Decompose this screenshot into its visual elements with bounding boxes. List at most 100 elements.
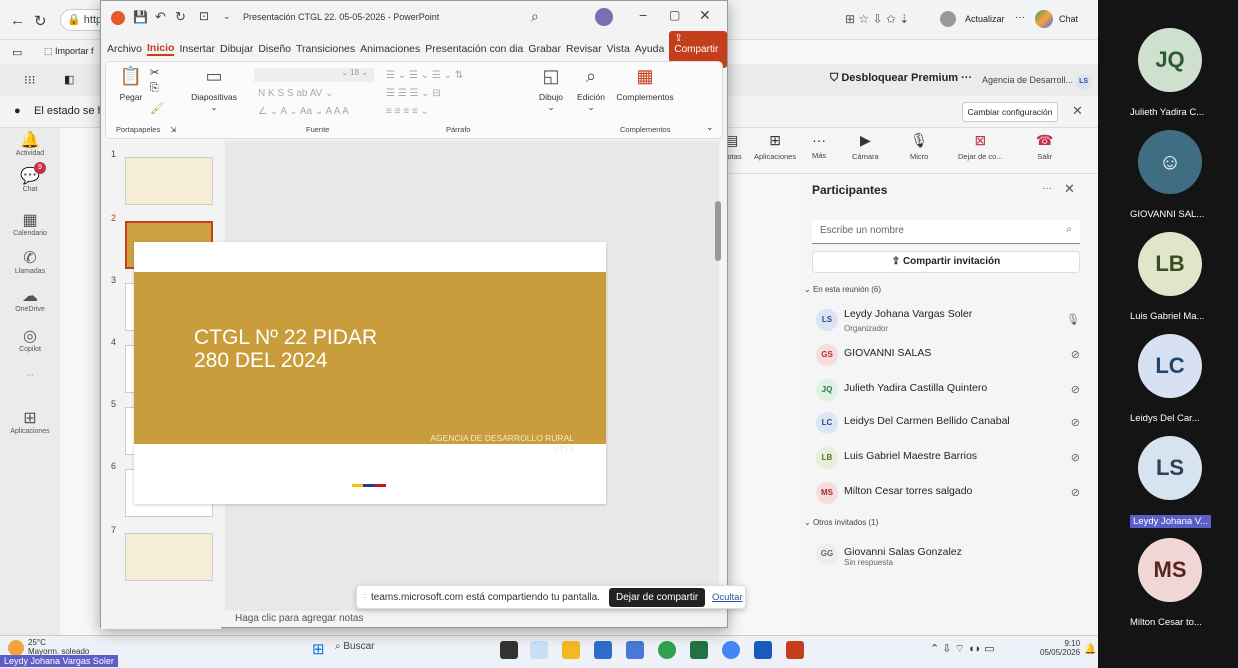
- mic-muted-icon[interactable]: ⊘: [1071, 451, 1080, 464]
- undo-icon[interactable]: ↶: [155, 9, 166, 25]
- hide-notice-link[interactable]: Ocultar: [712, 592, 743, 603]
- weather-icon[interactable]: [8, 640, 24, 656]
- participant-video-avatar[interactable]: JQ: [1138, 28, 1202, 92]
- drag-handle-icon[interactable]: ⋮: [361, 593, 369, 602]
- ribbon-tab[interactable]: Archivo: [107, 43, 142, 55]
- close-panel-icon[interactable]: ✕: [1064, 181, 1075, 197]
- mic-muted-icon[interactable]: ⊘: [1071, 383, 1080, 396]
- ribbon-tab[interactable]: Animaciones: [360, 43, 420, 55]
- profile-avatar[interactable]: [940, 11, 956, 27]
- search-icon[interactable]: ⌕: [531, 8, 539, 25]
- in-meeting-section[interactable]: ⌄ En esta reunión (6): [804, 285, 881, 294]
- update-button[interactable]: Actualizar: [965, 14, 1005, 24]
- participant-row[interactable]: LS Leydy Johana Vargas Soler Organizador 🎙: [812, 307, 1082, 333]
- close-banner-icon[interactable]: ✕: [1072, 103, 1083, 119]
- ribbon-tab[interactable]: Diseño: [258, 43, 291, 55]
- rail-item[interactable]: ◎ Copilot: [0, 326, 60, 353]
- org-name[interactable]: Agencia de Desarroll... LS: [982, 74, 1092, 90]
- font-style-buttons[interactable]: N K S S ab AV ⌄: [258, 88, 333, 99]
- mic-on-icon[interactable]: 🎙: [1066, 313, 1080, 326]
- back-icon[interactable]: ←: [10, 12, 25, 29]
- new-slide-button[interactable]: ▭ Diapositivas ⌄: [184, 66, 244, 113]
- present-icon[interactable]: ⊡: [199, 9, 209, 23]
- toolbar-more[interactable]: ··· Más: [812, 132, 826, 160]
- weather-widget[interactable]: 25°C Mayorm. soleado: [28, 638, 89, 656]
- store-icon[interactable]: [594, 641, 612, 659]
- edit-button[interactable]: ⌕ Edición ⌄: [572, 66, 610, 113]
- ribbon-tab[interactable]: Presentación con dia: [425, 43, 523, 55]
- participant-row[interactable]: LC Leidys Del Carmen Bellido Canabal ⊘: [812, 410, 1082, 436]
- copy-icon[interactable]: ⎘: [150, 82, 159, 95]
- word-icon[interactable]: [754, 641, 772, 659]
- participant-video-avatar[interactable]: LB: [1138, 232, 1202, 296]
- addins-button[interactable]: ▦ Complementos: [614, 66, 676, 102]
- ribbon-tab[interactable]: Revisar: [566, 43, 602, 55]
- draw-button[interactable]: ◱ Dibujo ⌄: [534, 66, 568, 113]
- vertical-scrollbar[interactable]: [715, 201, 721, 261]
- notes-placeholder[interactable]: Haga clic para agregar notas: [235, 613, 363, 624]
- file-explorer-icon[interactable]: [562, 641, 580, 659]
- bookmark-import[interactable]: ⬚ Importar f: [44, 46, 94, 57]
- other-guests-section[interactable]: ⌄ Otros invitados (1): [804, 518, 878, 527]
- list-buttons[interactable]: ☰ ⌄ ☰ ⌄ ☰ ⌄ ⇅: [386, 70, 463, 81]
- collapse-ribbon-icon[interactable]: ⌄: [706, 122, 714, 133]
- toolbar-apps[interactable]: ⊞ Aplicaciones: [754, 132, 796, 161]
- font-color-buttons[interactable]: ∠ ⌄ A ⌄ Aa ⌄ A A A: [258, 106, 349, 117]
- participant-row[interactable]: MS Milton Cesar torres salgado ⊘: [812, 480, 1082, 506]
- participant-row[interactable]: GS GIOVANNI SALAS ⊘: [812, 342, 1082, 368]
- ribbon-tab[interactable]: Dibujar: [220, 43, 253, 55]
- ribbon-tab[interactable]: Vista: [607, 43, 630, 55]
- user-avatar[interactable]: LS: [1075, 74, 1092, 90]
- mic-muted-icon[interactable]: ⊘: [1071, 416, 1080, 429]
- stop-sharing-button[interactable]: Dejar de compartir: [609, 588, 706, 607]
- indent-buttons[interactable]: ☰ ☰ ☰ ⌄ ⊟: [386, 88, 441, 99]
- system-tray-icons[interactable]: ⌃ ⇩ ⌔ ◖◗ ▭: [930, 642, 995, 656]
- customize-qat-icon[interactable]: ⌄: [223, 11, 231, 22]
- mic-muted-icon[interactable]: ⊘: [1071, 348, 1080, 361]
- font-size-select[interactable]: ⌄ 18 ⌄: [254, 68, 374, 82]
- ribbon-tab[interactable]: Inicio: [147, 42, 175, 56]
- redo-icon[interactable]: ↻: [175, 9, 186, 25]
- panel-more-icon[interactable]: ···: [1042, 183, 1052, 194]
- participant-video-avatar[interactable]: LS: [1138, 436, 1202, 500]
- edge-icon[interactable]: [658, 641, 676, 659]
- notification-icon[interactable]: 🔔: [1084, 644, 1096, 655]
- toolbar-leave[interactable]: ☎ Salir: [1036, 132, 1053, 161]
- rail-item[interactable]: ☁ OneDrive: [0, 286, 60, 313]
- ribbon-tab[interactable]: Grabar: [528, 43, 561, 55]
- reload-icon[interactable]: ↻: [34, 12, 47, 30]
- close-icon[interactable]: ✕: [699, 7, 711, 24]
- participant-video-avatar[interactable]: LC: [1138, 334, 1202, 398]
- participant-row[interactable]: LB Luis Gabriel Maestre Barrios ⊘: [812, 445, 1082, 471]
- change-settings-button[interactable]: Cambiar configuración: [962, 102, 1058, 122]
- taskview-icon[interactable]: [500, 641, 518, 659]
- ribbon-tab[interactable]: Ayuda: [635, 43, 665, 55]
- chat-button[interactable]: Chat: [1059, 14, 1078, 24]
- browser-tools-icons[interactable]: ⊞ ☆ ⇩ ✩ ⇣: [845, 12, 909, 26]
- rail-item[interactable]: ⊞ Aplicaciones: [0, 408, 60, 435]
- current-slide[interactable]: CTGL Nº 22 PIDAR 280 DEL 2024 AGENCIA DE…: [134, 242, 606, 504]
- format-painter-icon[interactable]: 🖌: [150, 102, 164, 115]
- save-icon[interactable]: 💾: [133, 10, 148, 24]
- security-icon[interactable]: [626, 641, 644, 659]
- rail-item[interactable]: ···: [0, 372, 60, 379]
- maximize-icon[interactable]: ▢: [669, 8, 680, 22]
- copilot-icon[interactable]: [1035, 10, 1053, 28]
- unlock-premium-button[interactable]: ⛉ Desbloquear Premium ···: [830, 72, 972, 85]
- expand-icon[interactable]: ⇲: [170, 125, 176, 134]
- mic-muted-icon[interactable]: ⊘: [1071, 486, 1080, 499]
- ribbon-tab[interactable]: Insertar: [179, 43, 215, 55]
- person-icon[interactable]: ☺: [1138, 130, 1202, 194]
- toolbar-mic[interactable]: 🎙 Micro: [910, 132, 928, 161]
- slide-thumbnail[interactable]: [125, 533, 213, 581]
- windows-start-icon[interactable]: ⊞: [312, 640, 325, 658]
- account-avatar[interactable]: [595, 8, 613, 26]
- toolbar-stop-share[interactable]: ⊠ Dejar de co...: [958, 132, 1003, 161]
- rail-item[interactable]: ▦ Calendario: [0, 210, 60, 237]
- taskbar-search[interactable]: ⌕ Buscar: [335, 641, 375, 652]
- participant-search-input[interactable]: Escribe un nombre ⌕: [812, 220, 1080, 244]
- more-icon[interactable]: ···: [1015, 12, 1025, 23]
- app-grid-icon[interactable]: ⁝⁝⁝: [24, 73, 35, 87]
- slide-thumbnail[interactable]: [125, 157, 213, 205]
- participant-row[interactable]: GG Giovanni Salas Gonzalez Sin respuesta: [812, 541, 1082, 567]
